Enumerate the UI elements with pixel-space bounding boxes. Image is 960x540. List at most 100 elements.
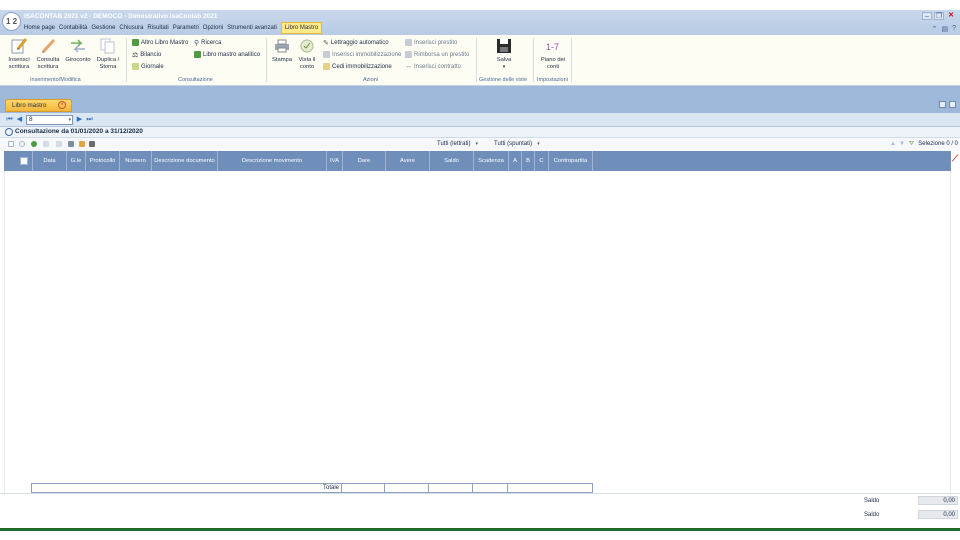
undo-icon[interactable]: [19, 141, 25, 147]
cedi-immobilizzazione-button[interactable]: Cedi immobilizzazione: [323, 63, 392, 70]
tab-label: Libro mastro: [12, 102, 47, 109]
saldo-value: 0,00: [918, 496, 958, 505]
collapse-ribbon-icon[interactable]: ⌃: [932, 25, 938, 33]
ribbon-separator: [476, 38, 477, 82]
pin-icon[interactable]: ⟋: [952, 153, 958, 164]
menu-parametri[interactable]: Parametri: [173, 24, 199, 34]
column-c[interactable]: C: [534, 151, 548, 171]
close-icon[interactable]: ✕: [946, 12, 956, 20]
auto-letter-icon: ✎: [323, 40, 329, 47]
column-contropartita[interactable]: Contropartita: [548, 151, 593, 171]
delete-icon[interactable]: [56, 141, 62, 147]
chevron-down-icon[interactable]: ▾: [68, 116, 71, 124]
ribbon-separator: [533, 38, 534, 82]
giroconto-button[interactable]: Giroconto: [63, 37, 93, 64]
refresh-icon[interactable]: [31, 141, 37, 147]
piano-dei-conti-button[interactable]: 1-7 Piano dei conti: [539, 37, 567, 70]
column-iva[interactable]: IVA: [326, 151, 342, 171]
edit-icon[interactable]: [68, 141, 74, 147]
previous-record-icon[interactable]: ◀: [15, 115, 24, 124]
menu-risultati[interactable]: Risultati: [147, 24, 168, 34]
app-logo[interactable]: 1 2 3: [2, 12, 21, 43]
scale-icon: ⚖: [132, 52, 139, 59]
total-saldo: [428, 483, 473, 493]
workspace-band: [0, 86, 960, 113]
column-scadenza[interactable]: Scadenza: [473, 151, 508, 171]
filter-icon[interactable]: ⛛: [909, 140, 914, 149]
select-all-checkbox[interactable]: [20, 157, 28, 165]
help-icon[interactable]: ?: [952, 25, 956, 33]
column-descrizione-documento[interactable]: Descrizione documento: [151, 151, 217, 171]
sort-up-icon[interactable]: ▲: [890, 140, 896, 149]
pencil-icon: [41, 38, 56, 54]
vista-il-conto-button[interactable]: Vista il conto: [296, 37, 318, 70]
cut-icon[interactable]: [43, 141, 49, 147]
ribbon-separator: [571, 38, 572, 82]
inserisci-scrittura-button[interactable]: Inserisci scrittura: [5, 37, 33, 70]
inserisci-prestito-button[interactable]: Inserisci prestito: [405, 39, 457, 46]
refresh-period-icon[interactable]: [5, 128, 13, 136]
total-avere: [384, 483, 429, 493]
contract-icon: ↔: [405, 63, 412, 70]
tab-libro-mastro[interactable]: Libro mastro ×: [5, 99, 72, 112]
print-grid-icon[interactable]: [8, 141, 14, 147]
column-a[interactable]: A: [508, 151, 521, 171]
filter-lettrati-select[interactable]: Tutti (lettrati) ▾: [437, 140, 478, 149]
group-label-viste: Gestione delle viste: [479, 77, 527, 83]
libro-mastro-analitico-button[interactable]: Libro mastro analitico: [194, 51, 260, 58]
column-data[interactable]: Data: [32, 151, 66, 171]
menu-contabilita[interactable]: Contabilità: [59, 24, 87, 34]
column-gle[interactable]: G.le: [66, 151, 85, 171]
close-tab-icon[interactable]: ×: [58, 101, 66, 109]
svg-text:1-7: 1-7: [546, 42, 559, 52]
column-descrizione-movimento[interactable]: Descrizione movimento: [217, 151, 326, 171]
file-icon[interactable]: ▤: [941, 25, 948, 33]
consulta-scrittura-button[interactable]: Consulta scrittura: [34, 37, 62, 70]
minimize-icon[interactable]: –: [922, 12, 932, 20]
duplica-storna-button[interactable]: Duplica / Storna: [94, 37, 122, 70]
sort-down-icon[interactable]: ▼: [899, 140, 905, 149]
repay-icon: [405, 51, 412, 58]
group-label-inserimento: Inserimento/Modifica: [30, 77, 81, 83]
selection-counter: Selezione 0 / 0: [918, 141, 958, 147]
search-icon: ⚲: [194, 40, 200, 47]
column-protocollo[interactable]: Protocollo: [85, 151, 119, 171]
account-input[interactable]: 8 ▾: [26, 115, 73, 125]
next-record-icon[interactable]: ▶: [75, 115, 84, 124]
bilancio-button[interactable]: ⚖ Bilancio: [132, 51, 161, 59]
column-avere[interactable]: Avere: [385, 151, 429, 171]
window-controls: – ❐ ✕: [922, 12, 956, 20]
tile-icon[interactable]: [939, 101, 946, 108]
giornale-button[interactable]: Giornale: [132, 63, 164, 70]
ricerca-button[interactable]: ⚲ Ricerca: [194, 39, 221, 47]
rimborsa-prestito-button[interactable]: Rimborsa un prestito: [405, 51, 469, 58]
filter-spuntati-select[interactable]: Tutti (spuntati) ▾: [494, 140, 540, 149]
grid-body[interactable]: [4, 171, 951, 493]
highlight-icon[interactable]: [79, 141, 85, 147]
altro-libro-mastro-button[interactable]: Altro Libro Mastro: [132, 39, 188, 46]
inserisci-contratto-button[interactable]: ↔ Inserisci contratto: [405, 63, 461, 70]
menu-libro-mastro[interactable]: Libro Mastro: [280, 22, 323, 34]
menu-chiusura[interactable]: Chiusura: [119, 24, 143, 34]
column-saldo[interactable]: Saldo: [429, 151, 473, 171]
first-record-icon[interactable]: ⏮: [5, 115, 14, 124]
restore-icon[interactable]: ❐: [934, 12, 944, 20]
float-icon[interactable]: [949, 101, 956, 108]
lettraggio-automatico-button[interactable]: ✎ Lettraggio automatico: [323, 39, 389, 47]
group-label-consultazione: Consultazione: [178, 77, 213, 83]
menu-home[interactable]: Home page: [24, 24, 55, 34]
last-record-icon[interactable]: ⏭: [85, 115, 94, 124]
stampa-button[interactable]: Stampa: [270, 37, 294, 64]
menu-opzioni[interactable]: Opzioni: [203, 24, 223, 34]
chevron-down-icon: ▾: [475, 141, 478, 147]
column-b[interactable]: B: [521, 151, 534, 171]
menu-gestione[interactable]: Gestione: [91, 24, 115, 34]
book-green-icon: [132, 39, 139, 46]
menu-strumenti-avanzati[interactable]: Strumenti avanzati: [227, 24, 277, 34]
brush-icon[interactable]: [89, 141, 95, 147]
column-numero[interactable]: Numero: [119, 151, 151, 171]
column-dare[interactable]: Dare: [342, 151, 385, 171]
asset-icon: [323, 51, 330, 58]
inserisci-immobilizzazione-button[interactable]: Inserisci immobilizzazione: [323, 51, 401, 58]
salva-button[interactable]: Salva ▾: [490, 37, 518, 70]
